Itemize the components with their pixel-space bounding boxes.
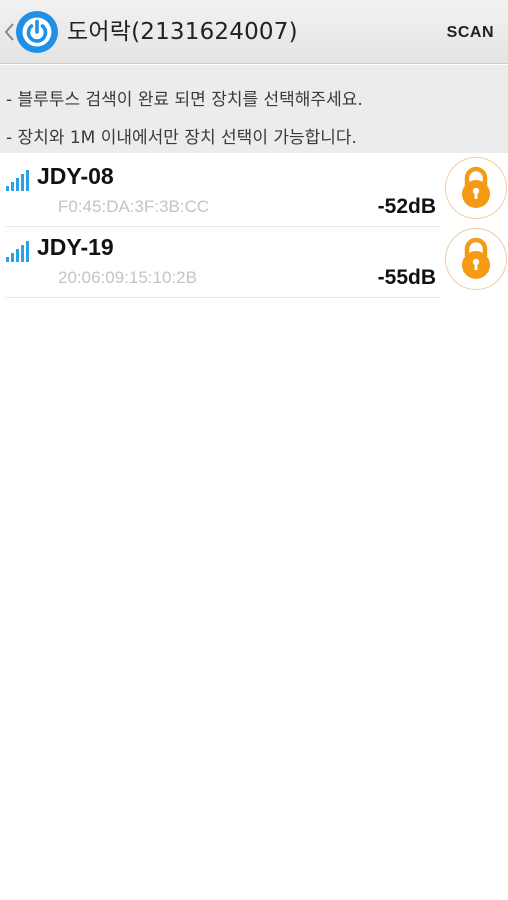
app-title: 도어락(2131624007) bbox=[67, 19, 298, 45]
instruction-line-1: - 블루투스 검색이 완료 되면 장치를 선택해주세요. bbox=[6, 90, 363, 110]
signal-bars-icon bbox=[6, 241, 29, 262]
device-name: JDY-08 bbox=[37, 163, 114, 189]
chevron-left-icon[interactable] bbox=[2, 18, 16, 46]
padlock-icon bbox=[462, 237, 490, 279]
connect-lock-button[interactable] bbox=[445, 157, 507, 219]
device-rssi: -52dB bbox=[377, 195, 436, 218]
instruction-panel: - 블루투스 검색이 완료 되면 장치를 선택해주세요. - 장치와 1M 이내… bbox=[0, 65, 508, 153]
action-bar: 도어락(2131624007) SCAN bbox=[0, 0, 508, 64]
row-divider bbox=[6, 297, 440, 298]
power-icon bbox=[16, 11, 58, 53]
device-name: JDY-19 bbox=[37, 234, 114, 260]
scan-button[interactable]: SCAN bbox=[447, 16, 494, 50]
device-rssi: -55dB bbox=[377, 266, 436, 289]
instruction-line-2: - 장치와 1M 이내에서만 장치 선택이 가능합니다. bbox=[6, 128, 357, 148]
device-address: F0:45:DA:3F:3B:CC bbox=[58, 197, 210, 216]
padlock-icon bbox=[462, 166, 490, 208]
device-row[interactable]: JDY-08 F0:45:DA:3F:3B:CC -52dB bbox=[0, 155, 508, 227]
connect-lock-button[interactable] bbox=[445, 228, 507, 290]
signal-bars-icon bbox=[6, 170, 29, 191]
device-address: 20:06:09:15:10:2B bbox=[58, 268, 197, 287]
device-row[interactable]: JDY-19 20:06:09:15:10:2B -55dB bbox=[0, 226, 508, 298]
